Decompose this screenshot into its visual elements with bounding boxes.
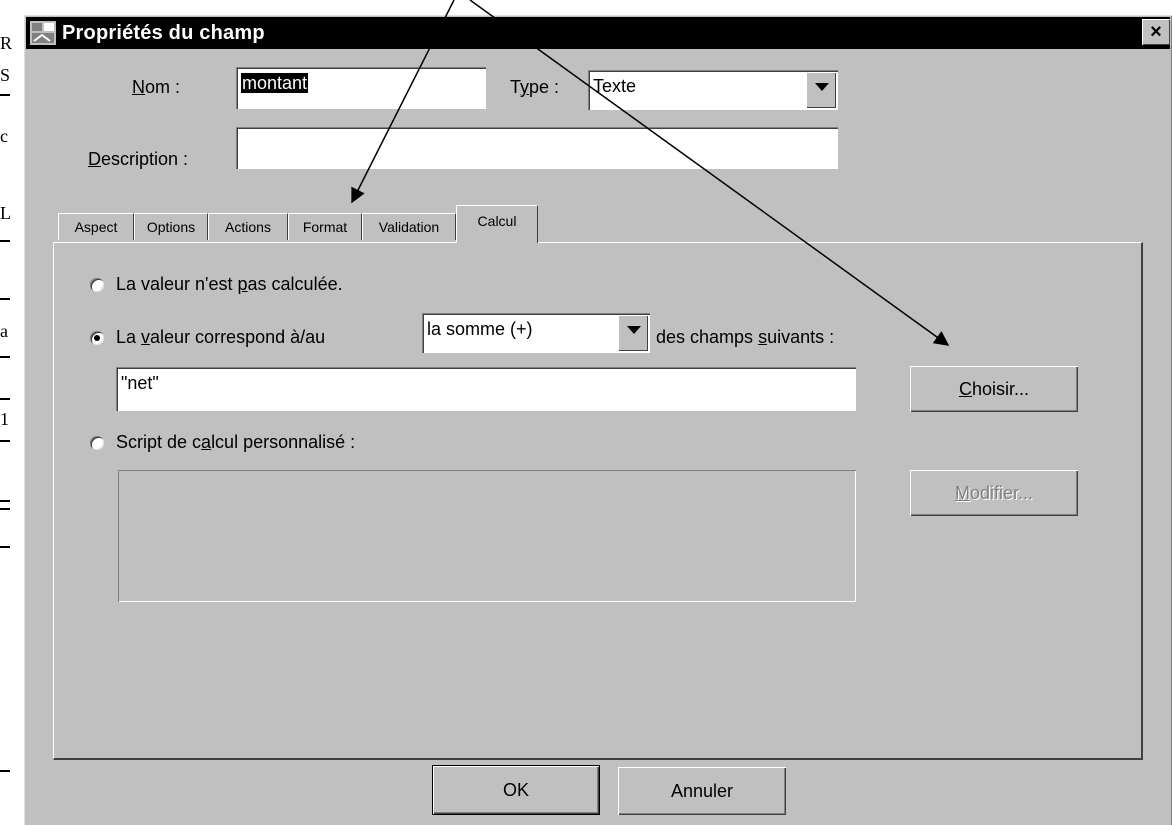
- bg-rule: [0, 94, 10, 96]
- bg-fragment: a: [0, 321, 8, 341]
- tab-calcul[interactable]: Calcul: [456, 205, 538, 243]
- modify-button[interactable]: Modifier...: [910, 470, 1078, 516]
- bg-fragment: L: [0, 203, 11, 223]
- fields-input[interactable]: "net": [116, 367, 856, 411]
- radio-value-corresponds[interactable]: [90, 331, 104, 345]
- field-properties-dialog: Propriétés du champ × Nom : montant Type…: [24, 15, 1172, 825]
- bg-rule: [0, 440, 10, 442]
- app-icon: [30, 21, 56, 45]
- tab-aspect[interactable]: Aspect: [58, 213, 134, 240]
- tab-format[interactable]: Format: [288, 213, 362, 240]
- choose-button[interactable]: Choisir...: [910, 366, 1078, 412]
- radio-not-calculated[interactable]: [90, 278, 104, 292]
- nom-input[interactable]: montant: [236, 67, 486, 109]
- option-value-corresponds-label[interactable]: La valeur correspond à/au: [116, 327, 325, 348]
- fields-label: des champs suivants :: [656, 327, 835, 347]
- bg-rule: [0, 356, 10, 358]
- description-label: Description :: [88, 149, 189, 169]
- bg-fragment: c: [0, 126, 8, 146]
- radio-custom-script[interactable]: [90, 436, 104, 450]
- tab-options[interactable]: Options: [134, 213, 208, 240]
- tab-actions[interactable]: Actions: [208, 213, 288, 240]
- bg-rule: [0, 770, 10, 772]
- nom-label: Nom :: [132, 77, 181, 97]
- bg-fragment: S: [0, 65, 11, 85]
- custom-script-area[interactable]: [118, 470, 856, 602]
- option-custom-script-label[interactable]: Script de calcul personnalisé :: [116, 432, 355, 453]
- chevron-down-icon: [815, 83, 829, 91]
- title-bar[interactable]: Propriétés du champ ×: [26, 17, 1170, 49]
- description-input[interactable]: [236, 127, 838, 169]
- option-not-calculated-label[interactable]: La valeur n'est pas calculée.: [116, 274, 343, 295]
- bg-rule: [0, 546, 10, 548]
- bg-rule: [0, 240, 10, 242]
- type-label: Type :: [510, 77, 560, 97]
- bg-rule: [0, 500, 10, 502]
- cancel-button[interactable]: Annuler: [618, 767, 786, 815]
- type-select[interactable]: Texte: [588, 70, 838, 110]
- bg-rule: [0, 508, 10, 510]
- tab-validation[interactable]: Validation: [362, 213, 456, 240]
- bg-rule: [0, 298, 10, 300]
- bg-fragment: 1: [0, 409, 9, 429]
- radio-selected-dot: [94, 335, 100, 341]
- bg-fragment: R: [0, 33, 13, 53]
- operation-dropdown-button[interactable]: [618, 315, 648, 351]
- dialog-title: Propriétés du champ: [62, 21, 265, 44]
- type-dropdown-button[interactable]: [806, 72, 836, 108]
- nom-value: montant: [241, 73, 309, 93]
- operation-value: la somme (+): [427, 319, 533, 339]
- bg-rule: [0, 398, 10, 400]
- background-document: R S c L a 1: [0, 0, 24, 825]
- operation-select[interactable]: la somme (+): [422, 313, 650, 353]
- type-value: Texte: [593, 76, 637, 96]
- chevron-down-icon: [627, 326, 641, 334]
- close-button[interactable]: ×: [1142, 19, 1170, 45]
- ok-button[interactable]: OK: [432, 765, 600, 815]
